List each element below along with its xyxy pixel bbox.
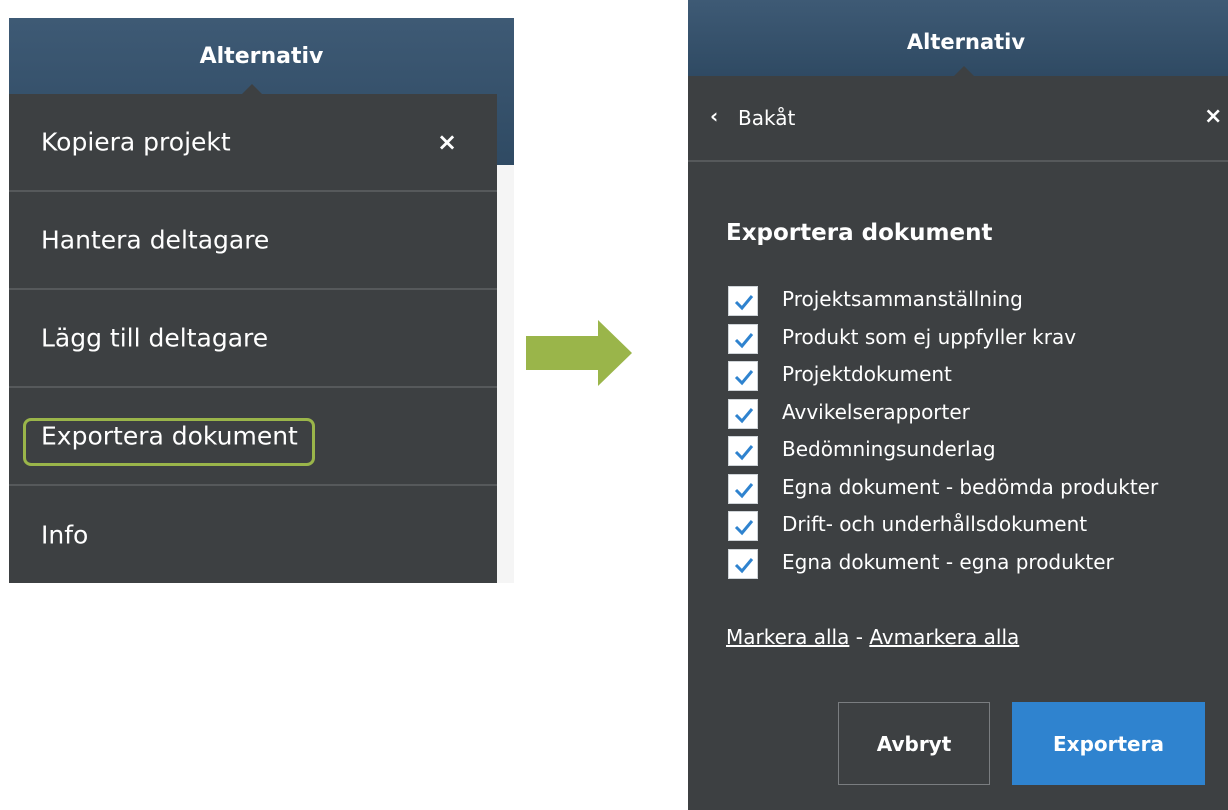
- checkmark-icon: [734, 332, 754, 348]
- menu-caret: [242, 84, 262, 94]
- checkbox-label: Egna dokument - bedömda produkter: [782, 474, 1159, 499]
- checkbox-label: Projektsammanställning: [782, 287, 1023, 311]
- checkmark-icon: [734, 370, 754, 386]
- menu-item-hantera-deltagare[interactable]: Hantera deltagare: [9, 192, 497, 290]
- checkbox-row[interactable]: Egna dokument - bedömda produkter: [728, 472, 1228, 510]
- checkbox-label: Egna dokument - egna produkter: [782, 549, 1114, 574]
- checkbox-row[interactable]: Drift- och underhållsdokument: [728, 509, 1228, 547]
- checkmark-icon: [734, 407, 754, 423]
- close-icon[interactable]: ×: [1204, 104, 1222, 129]
- checkbox[interactable]: [728, 548, 758, 579]
- highlight-box: [23, 418, 315, 466]
- document-checklist: Projektsammanställning Produkt som ej up…: [728, 284, 1228, 584]
- checkbox-label: Avvikelserapporter: [782, 399, 970, 424]
- checkbox-label: Bedömningsunderlag: [782, 437, 996, 461]
- menu-item-info[interactable]: Info: [9, 486, 497, 584]
- header-bar: Alternativ: [688, 0, 1228, 76]
- menu-item-label: Hantera deltagare: [41, 225, 270, 255]
- menu-item-lagg-till-deltagare[interactable]: Lägg till deltagare: [9, 290, 497, 388]
- checkbox[interactable]: [728, 511, 758, 541]
- checkbox-row[interactable]: Projektdokument: [728, 359, 1228, 397]
- header-title: Alternativ: [906, 30, 1026, 54]
- menu-caret: [954, 66, 974, 76]
- checkbox[interactable]: [728, 286, 758, 316]
- checkbox[interactable]: [728, 361, 758, 391]
- close-icon[interactable]: ×: [437, 128, 457, 156]
- menu-item-label: Info: [41, 520, 89, 550]
- back-button[interactable]: Bakåt: [738, 106, 795, 130]
- checkbox[interactable]: [728, 473, 758, 504]
- checkbox-row[interactable]: Egna dokument - egna produkter: [728, 547, 1228, 585]
- background-page: [497, 165, 514, 583]
- select-all-link[interactable]: Markera alla: [726, 625, 849, 649]
- checkbox-row[interactable]: Avvikelserapporter: [728, 397, 1228, 435]
- options-menu-panel: Alternativ Kopiera projekt × Hantera del…: [9, 18, 514, 583]
- back-row: ‹ Bakåt ×: [688, 76, 1228, 162]
- chevron-left-icon[interactable]: ‹: [710, 104, 718, 128]
- checkmark-icon: [734, 557, 754, 573]
- deselect-all-link[interactable]: Avmarkera alla: [869, 625, 1019, 649]
- checkbox-label: Projektdokument: [782, 362, 952, 386]
- options-menu: Kopiera projekt × Hantera deltagare Lägg…: [9, 94, 497, 583]
- select-links: Markera alla - Avmarkera alla: [726, 625, 1019, 649]
- checkbox-row[interactable]: Produkt som ej uppfyller krav: [728, 322, 1228, 360]
- menu-item-kopiera-projekt[interactable]: Kopiera projekt ×: [9, 94, 497, 192]
- checkbox-label: Drift- och underhållsdokument: [782, 512, 1088, 536]
- checkbox[interactable]: [728, 436, 758, 466]
- checkbox[interactable]: [728, 323, 758, 354]
- arrow-right-icon: [526, 320, 632, 386]
- checkbox-row[interactable]: Bedömningsunderlag: [728, 434, 1228, 472]
- checkbox-label: Produkt som ej uppfyller krav: [782, 324, 1077, 349]
- section-title: Exportera dokument: [726, 220, 993, 246]
- checkmark-icon: [734, 520, 754, 536]
- checkmark-icon: [734, 295, 754, 311]
- link-separator: -: [849, 625, 870, 649]
- checkbox[interactable]: [728, 398, 758, 429]
- checkmark-icon: [734, 445, 754, 461]
- export-button[interactable]: Exportera: [1012, 702, 1205, 785]
- export-documents-panel: Alternativ ‹ Bakåt × Exportera dokument …: [688, 0, 1228, 810]
- menu-item-label: Lägg till deltagare: [41, 323, 269, 353]
- header-title: Alternativ: [199, 44, 324, 69]
- menu-item-label: Kopiera projekt: [41, 127, 231, 157]
- checkmark-icon: [734, 482, 754, 498]
- checkbox-row[interactable]: Projektsammanställning: [728, 284, 1228, 322]
- cancel-button[interactable]: Avbryt: [838, 702, 990, 785]
